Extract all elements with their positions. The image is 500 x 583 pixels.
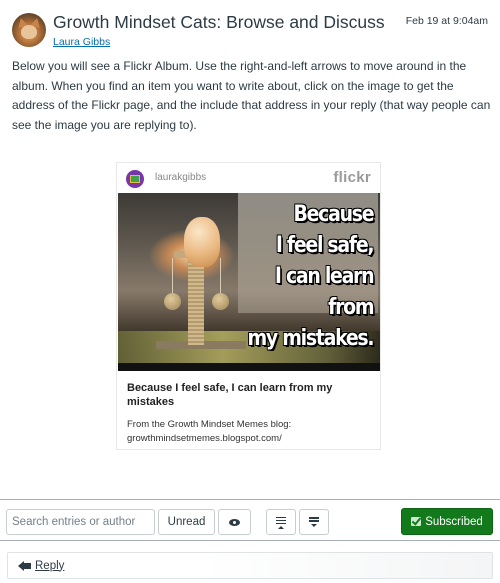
kitten-image xyxy=(184,217,220,267)
description-line: growthmindsetmemes.blogspot.com/ xyxy=(127,433,282,444)
meme-line: I can learn xyxy=(274,264,375,289)
subscribed-label: Subscribed xyxy=(425,515,483,528)
meme-line: my mistakes. xyxy=(247,326,374,351)
expand-threads-icon xyxy=(309,516,319,528)
flickr-logo[interactable]: flickr xyxy=(333,169,371,186)
flickr-user-avatar[interactable] xyxy=(126,170,144,188)
meme-line: Because xyxy=(293,202,374,227)
author-link[interactable]: Laura Gibbs xyxy=(53,36,110,48)
flickr-embed-card: laurakgibbs flickr Because I feel safe, … xyxy=(116,162,381,450)
flickr-description: From the Growth Mindset Memes blog: grow… xyxy=(127,418,372,446)
search-entries-input[interactable] xyxy=(6,509,155,535)
eye-icon xyxy=(229,518,240,526)
reply-button[interactable]: Reply xyxy=(7,552,493,579)
flickr-photo[interactable]: Because I feel safe, I can learn from my… xyxy=(118,193,380,371)
post-date: Feb 19 at 9:04am xyxy=(405,15,488,27)
author-avatar[interactable] xyxy=(12,13,46,47)
meme-text: Because I feel safe, I can learn from my… xyxy=(247,199,375,354)
unread-filter-button[interactable]: Unread xyxy=(158,509,215,535)
flickr-username[interactable]: laurakgibbs xyxy=(155,172,206,183)
discussion-toolbar: Unread Subscribed xyxy=(0,499,500,541)
flickr-caption[interactable]: Because I feel safe, I can learn from my… xyxy=(127,381,372,409)
meme-line: I feel safe, xyxy=(275,233,375,258)
meme-line: from xyxy=(327,295,374,320)
expand-threads-button[interactable] xyxy=(299,509,329,535)
checkbox-checked-icon xyxy=(411,517,422,526)
subscribed-button[interactable]: Subscribed xyxy=(401,508,493,535)
topic-body: Below you will see a Flickr Album. Use t… xyxy=(12,59,491,132)
flickr-card-header: laurakgibbs flickr xyxy=(117,163,380,193)
topic-header: Growth Mindset Cats: Browse and Discuss … xyxy=(12,11,492,51)
description-line: From the Growth Mindset Memes blog: xyxy=(127,419,292,430)
reply-label[interactable]: Reply xyxy=(35,560,64,572)
collapse-threads-icon xyxy=(276,516,286,529)
reply-arrow-icon xyxy=(18,560,32,571)
topic-title: Growth Mindset Cats: Browse and Discuss xyxy=(53,12,385,32)
collapse-threads-button[interactable] xyxy=(266,509,296,535)
mark-all-read-button[interactable] xyxy=(218,509,251,535)
